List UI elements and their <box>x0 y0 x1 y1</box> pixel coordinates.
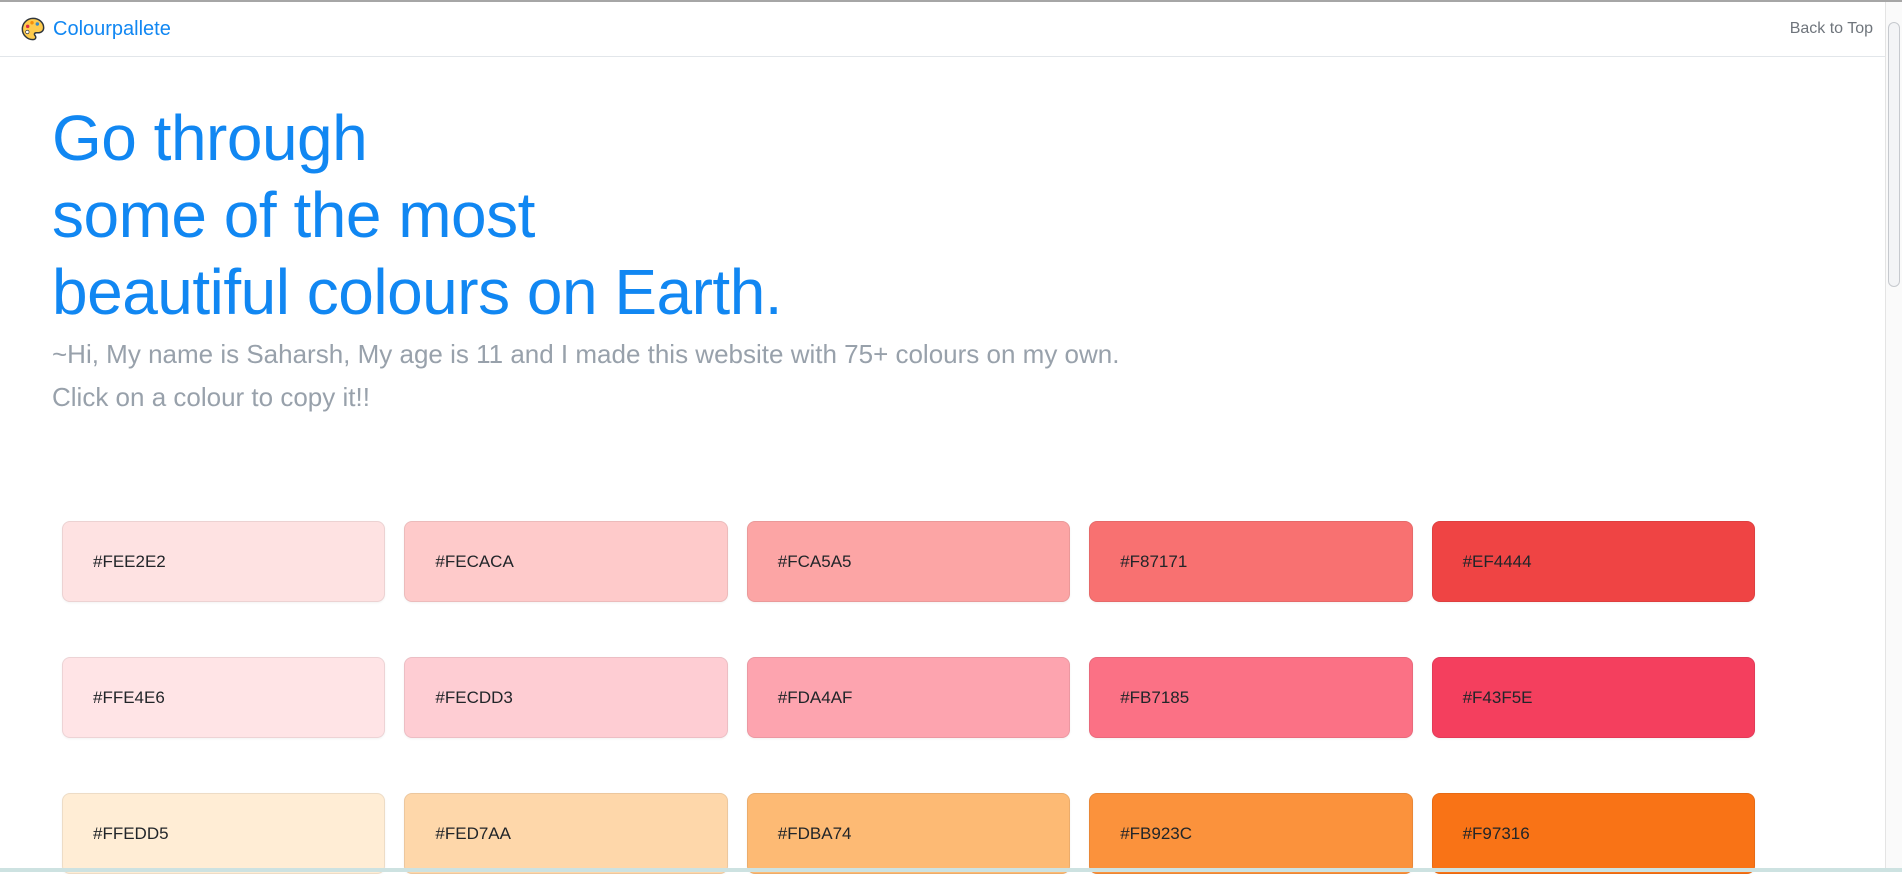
swatch-hex-label: #FFE4E6 <box>93 688 165 708</box>
swatch-hex-label: #FDA4AF <box>778 688 853 708</box>
swatch-hex-label: #FECDD3 <box>435 688 512 708</box>
navbar: Colourpallete Back to Top <box>0 2 1885 57</box>
brand-title: Colourpallete <box>53 18 171 41</box>
page-title: Go through some of the most beautiful co… <box>52 100 782 330</box>
vertical-scrollbar[interactable] <box>1885 2 1902 872</box>
window-top-edge <box>0 0 1902 2</box>
swatch-hex-label: #FEE2E2 <box>93 552 166 572</box>
hero-subtitle: ~Hi, My name is Saharsh, My age is 11 an… <box>52 339 1119 370</box>
color-swatch[interactable]: #F43F5E <box>1432 657 1755 738</box>
hero-instruction: Click on a colour to copy it!! <box>52 382 370 413</box>
color-swatch[interactable]: #FECDD3 <box>404 657 727 738</box>
color-swatch[interactable]: #FDBA74 <box>747 793 1070 874</box>
swatch-hex-label: #FED7AA <box>435 824 511 844</box>
back-to-top-link[interactable]: Back to Top <box>1790 20 1873 38</box>
color-swatch[interactable]: #EF4444 <box>1432 521 1755 602</box>
color-swatch[interactable]: #F97316 <box>1432 793 1755 874</box>
swatch-hex-label: #FB923C <box>1120 824 1192 844</box>
swatch-hex-label: #FECACA <box>435 552 513 572</box>
color-swatch[interactable]: #FDA4AF <box>747 657 1070 738</box>
swatch-hex-label: #EF4444 <box>1463 552 1532 572</box>
swatch-hex-label: #F87171 <box>1120 552 1187 572</box>
page-title-line-3: beautiful colours on Earth. <box>52 254 782 331</box>
swatch-hex-label: #FDBA74 <box>778 824 852 844</box>
color-swatch[interactable]: #FEE2E2 <box>62 521 385 602</box>
page-title-line-2: some of the most <box>52 177 782 254</box>
color-swatch[interactable]: #FECACA <box>404 521 727 602</box>
brand-link[interactable]: Colourpallete <box>21 17 171 41</box>
swatch-hex-label: #F43F5E <box>1463 688 1533 708</box>
page-title-line-1: Go through <box>52 100 782 177</box>
swatch-hex-label: #FCA5A5 <box>778 552 852 572</box>
swatch-hex-label: #F97316 <box>1463 824 1530 844</box>
swatch-hex-label: #FFEDD5 <box>93 824 169 844</box>
swatch-hex-label: #FB7185 <box>1120 688 1189 708</box>
color-swatch[interactable]: #FB923C <box>1089 793 1412 874</box>
color-swatch[interactable]: #FFE4E6 <box>62 657 385 738</box>
color-swatch[interactable]: #FCA5A5 <box>747 521 1070 602</box>
palette-icon <box>21 17 45 41</box>
window-bottom-edge <box>0 868 1902 872</box>
swatch-grid: #FEE2E2 #FECACA #FCA5A5 #F87171 #EF4444 #FFE4… <box>62 521 1755 874</box>
scrollbar-thumb[interactable] <box>1888 22 1900 287</box>
color-swatch[interactable]: #F87171 <box>1089 521 1412 602</box>
color-swatch[interactable]: #FFEDD5 <box>62 793 385 874</box>
color-swatch[interactable]: #FB7185 <box>1089 657 1412 738</box>
color-swatch[interactable]: #FED7AA <box>404 793 727 874</box>
